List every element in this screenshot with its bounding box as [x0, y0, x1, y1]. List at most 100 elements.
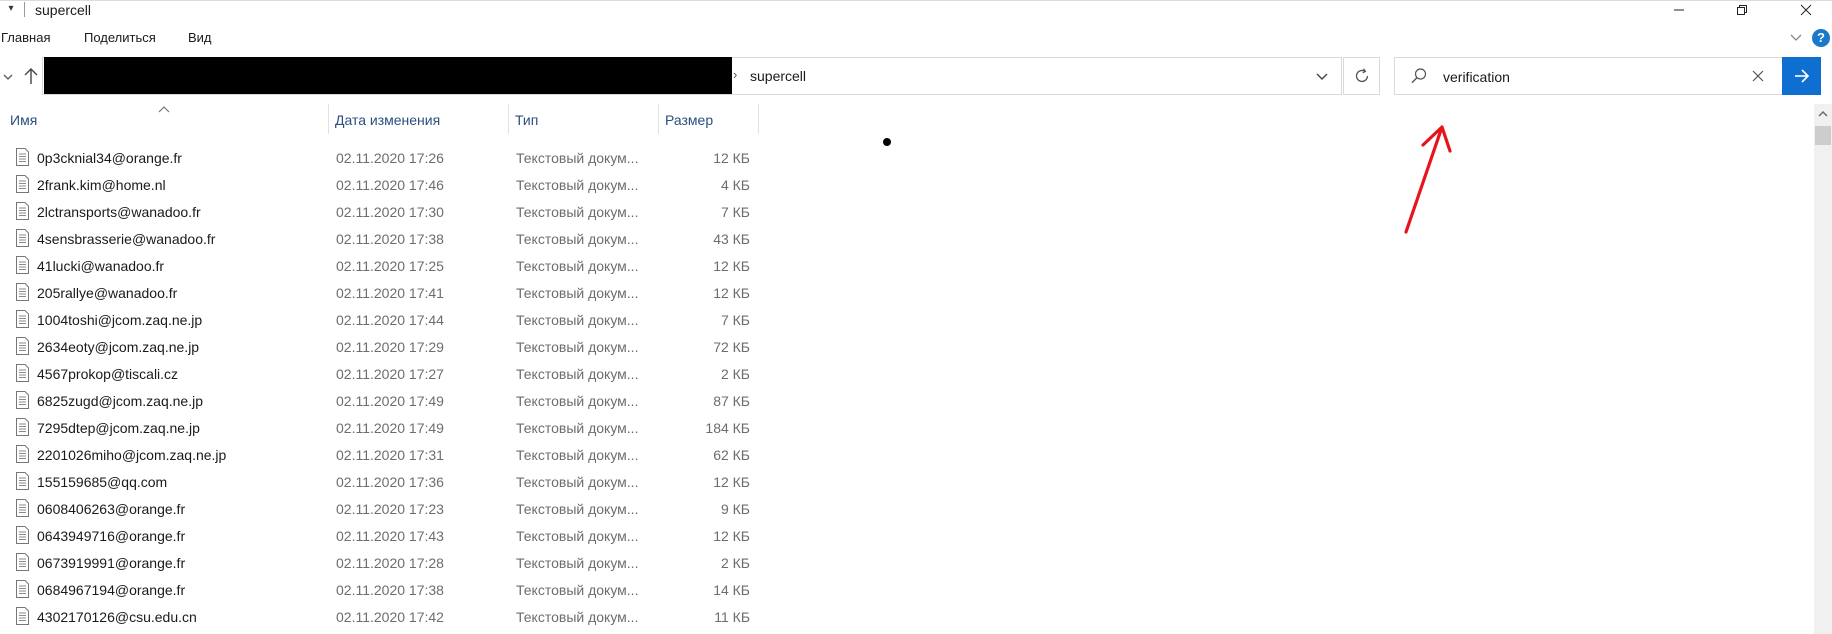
file-name[interactable]: 2lctransports@wanadoo.fr — [37, 204, 201, 220]
column-divider[interactable] — [328, 104, 329, 134]
file-name[interactable]: 4302170126@csu.edu.cn — [37, 609, 197, 625]
file-row[interactable]: 2lctransports@wanadoo.fr 02.11.2020 17:3… — [0, 200, 770, 227]
file-date: 02.11.2020 17:49 — [336, 420, 444, 436]
tab-share[interactable]: Поделиться — [84, 30, 156, 45]
text-file-icon — [16, 175, 29, 193]
file-size: 87 КБ — [713, 393, 750, 409]
file-date: 02.11.2020 17:38 — [336, 582, 444, 598]
title-bar — [0, 0, 1832, 21]
tab-home[interactable]: Главная — [1, 30, 50, 45]
file-name[interactable]: 2634eoty@jcom.zaq.ne.jp — [37, 339, 199, 355]
ribbon-expand-button[interactable] — [1788, 29, 1804, 45]
file-row[interactable]: 205rallye@wanadoo.fr 02.11.2020 17:41 Те… — [0, 281, 770, 308]
file-row[interactable]: 0608406263@orange.fr 02.11.2020 17:23 Те… — [0, 497, 770, 524]
file-type: Текстовый докум... — [516, 474, 639, 490]
file-row[interactable]: 4567prokop@tiscali.cz 02.11.2020 17:27 Т… — [0, 362, 770, 389]
file-name[interactable]: 2201026miho@jcom.zaq.ne.jp — [37, 447, 226, 463]
restore-button[interactable] — [1719, 0, 1765, 20]
file-row[interactable]: 1004toshi@jcom.zaq.ne.jp 02.11.2020 17:4… — [0, 308, 770, 335]
file-name[interactable]: 2frank.kim@home.nl — [37, 177, 166, 193]
file-size: 14 КБ — [713, 582, 750, 598]
file-name[interactable]: 7295dtep@jcom.zaq.ne.jp — [37, 420, 200, 436]
file-name[interactable]: 0p3cknial34@orange.fr — [37, 150, 182, 166]
file-name[interactable]: 0608406263@orange.fr — [37, 501, 185, 517]
file-list: 0p3cknial34@orange.fr 02.11.2020 17:26 Т… — [0, 146, 770, 632]
column-header-name[interactable]: Имя — [10, 112, 37, 128]
text-file-icon — [16, 391, 29, 409]
text-file-icon — [16, 202, 29, 220]
file-date: 02.11.2020 17:23 — [336, 501, 444, 517]
file-date: 02.11.2020 17:25 — [336, 258, 444, 274]
file-row[interactable]: 2201026miho@jcom.zaq.ne.jp 02.11.2020 17… — [0, 443, 770, 470]
file-row[interactable]: 0673919991@orange.fr 02.11.2020 17:28 Те… — [0, 551, 770, 578]
file-row[interactable]: 4302170126@csu.edu.cn 02.11.2020 17:42 Т… — [0, 605, 770, 632]
clear-search-button[interactable] — [1750, 68, 1766, 84]
file-row[interactable]: 6825zugd@jcom.zaq.ne.jp 02.11.2020 17:49… — [0, 389, 770, 416]
recent-locations-button[interactable] — [2, 70, 14, 82]
file-name[interactable]: 41lucki@wanadoo.fr — [37, 258, 164, 274]
file-type: Текстовый докум... — [516, 555, 639, 571]
file-type: Текстовый докум... — [516, 339, 639, 355]
sort-ascending-icon — [158, 100, 170, 113]
file-row[interactable]: 4sensbrasserie@wanadoo.fr 02.11.2020 17:… — [0, 227, 770, 254]
file-name[interactable]: 4sensbrasserie@wanadoo.fr — [37, 231, 215, 247]
refresh-button[interactable] — [1343, 57, 1380, 95]
quick-access-dropdown-icon[interactable]: ▾ — [4, 2, 18, 16]
file-name[interactable]: 0673919991@orange.fr — [37, 555, 185, 571]
file-type: Текстовый докум... — [516, 609, 639, 625]
help-button[interactable]: ? — [1812, 29, 1830, 47]
file-name[interactable]: 1004toshi@jcom.zaq.ne.jp — [37, 312, 202, 328]
column-divider[interactable] — [758, 104, 759, 134]
column-header-date[interactable]: Дата изменения — [335, 112, 440, 128]
search-go-button[interactable] — [1782, 57, 1821, 95]
file-row[interactable]: 0684967194@orange.fr 02.11.2020 17:38 Те… — [0, 578, 770, 605]
text-file-icon — [16, 607, 29, 625]
red-annotation-arrow — [1404, 125, 1452, 234]
file-name[interactable]: 4567prokop@tiscali.cz — [37, 366, 178, 382]
file-row[interactable]: 2634eoty@jcom.zaq.ne.jp 02.11.2020 17:29… — [0, 335, 770, 362]
file-size: 12 КБ — [713, 285, 750, 301]
vertical-scrollbar[interactable] — [1814, 104, 1832, 634]
file-name[interactable]: 0684967194@orange.fr — [37, 582, 185, 598]
file-name[interactable]: 205rallye@wanadoo.fr — [37, 285, 177, 301]
minimize-button[interactable] — [1656, 0, 1702, 20]
file-type: Текстовый докум... — [516, 312, 639, 328]
file-row[interactable]: 0p3cknial34@orange.fr 02.11.2020 17:26 Т… — [0, 146, 770, 173]
file-type: Текстовый докум... — [516, 150, 639, 166]
file-type: Текстовый докум... — [516, 285, 639, 301]
black-dot-mark — [883, 138, 891, 146]
search-input[interactable] — [1443, 67, 1733, 87]
file-type: Текстовый докум... — [516, 528, 639, 544]
tab-view[interactable]: Вид — [188, 30, 212, 45]
file-row[interactable]: 155159685@qq.com 02.11.2020 17:36 Тексто… — [0, 470, 770, 497]
file-row[interactable]: 0643949716@orange.fr 02.11.2020 17:43 Те… — [0, 524, 770, 551]
file-row[interactable]: 2frank.kim@home.nl 02.11.2020 17:46 Текс… — [0, 173, 770, 200]
file-date: 02.11.2020 17:29 — [336, 339, 444, 355]
address-history-button[interactable] — [1314, 68, 1330, 84]
file-row[interactable]: 41lucki@wanadoo.fr 02.11.2020 17:25 Текс… — [0, 254, 770, 281]
file-size: 9 КБ — [720, 501, 750, 517]
file-size: 62 КБ — [713, 447, 750, 463]
close-button[interactable] — [1783, 0, 1829, 20]
column-divider[interactable] — [658, 104, 659, 134]
file-name[interactable]: 6825zugd@jcom.zaq.ne.jp — [37, 393, 203, 409]
scrollbar-thumb[interactable] — [1815, 126, 1831, 145]
scroll-up-button[interactable] — [1816, 107, 1830, 119]
column-header-size[interactable]: Размер — [665, 112, 713, 128]
file-type: Текстовый докум... — [516, 231, 639, 247]
file-name[interactable]: 155159685@qq.com — [37, 474, 167, 490]
file-date: 02.11.2020 17:31 — [336, 447, 444, 463]
text-file-icon — [16, 364, 29, 382]
file-row[interactable]: 7295dtep@jcom.zaq.ne.jp 02.11.2020 17:49… — [0, 416, 770, 443]
file-name[interactable]: 0643949716@orange.fr — [37, 528, 185, 544]
file-date: 02.11.2020 17:26 — [336, 150, 444, 166]
up-button[interactable] — [22, 66, 40, 86]
breadcrumb-chevron-icon[interactable]: › — [733, 67, 737, 82]
file-size: 4 КБ — [720, 177, 750, 193]
breadcrumb-current-folder[interactable]: supercell — [750, 68, 806, 84]
column-header-type[interactable]: Тип — [515, 112, 538, 128]
column-divider[interactable] — [508, 104, 509, 134]
text-file-icon — [16, 418, 29, 436]
file-date: 02.11.2020 17:41 — [336, 285, 444, 301]
text-file-icon — [16, 283, 29, 301]
